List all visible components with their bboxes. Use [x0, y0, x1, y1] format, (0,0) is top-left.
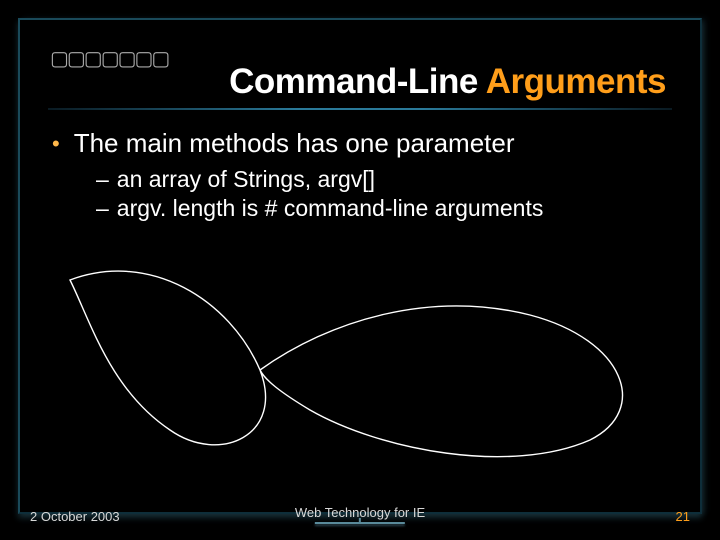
bullet-item: • The main methods has one parameter	[52, 128, 676, 160]
sub-text: an array of Strings, argv[]	[117, 166, 375, 193]
title-plain: Command-Line	[229, 62, 486, 101]
slide-frame: ▢▢▢▢▢▢▢ Command-Line Arguments • The mai…	[18, 18, 702, 514]
page-number: 21	[676, 509, 690, 524]
content-area: • The main methods has one parameter – a…	[44, 128, 676, 222]
title-accent: Arguments	[486, 62, 666, 101]
sub-item: – argv. length is # command-line argumen…	[96, 195, 676, 222]
bullet-dot-icon: •	[52, 128, 60, 160]
sub-text: argv. length is # command-line arguments	[117, 195, 544, 222]
footer-center: Web Technology for IE	[295, 505, 425, 524]
footer: 2 October 2003 Web Technology for IE 21	[0, 509, 720, 524]
footer-date: 2 October 2003	[30, 509, 120, 524]
footer-tick-icon	[315, 522, 405, 524]
dash-icon: –	[96, 195, 109, 222]
corner-decor: ▢▢▢▢▢▢▢	[50, 46, 168, 71]
dash-icon: –	[96, 166, 109, 193]
bullet-text: The main methods has one parameter	[74, 128, 515, 159]
sub-list: – an array of Strings, argv[] – argv. le…	[52, 166, 676, 222]
title-underline	[48, 108, 672, 110]
sub-item: – an array of Strings, argv[]	[96, 166, 676, 193]
